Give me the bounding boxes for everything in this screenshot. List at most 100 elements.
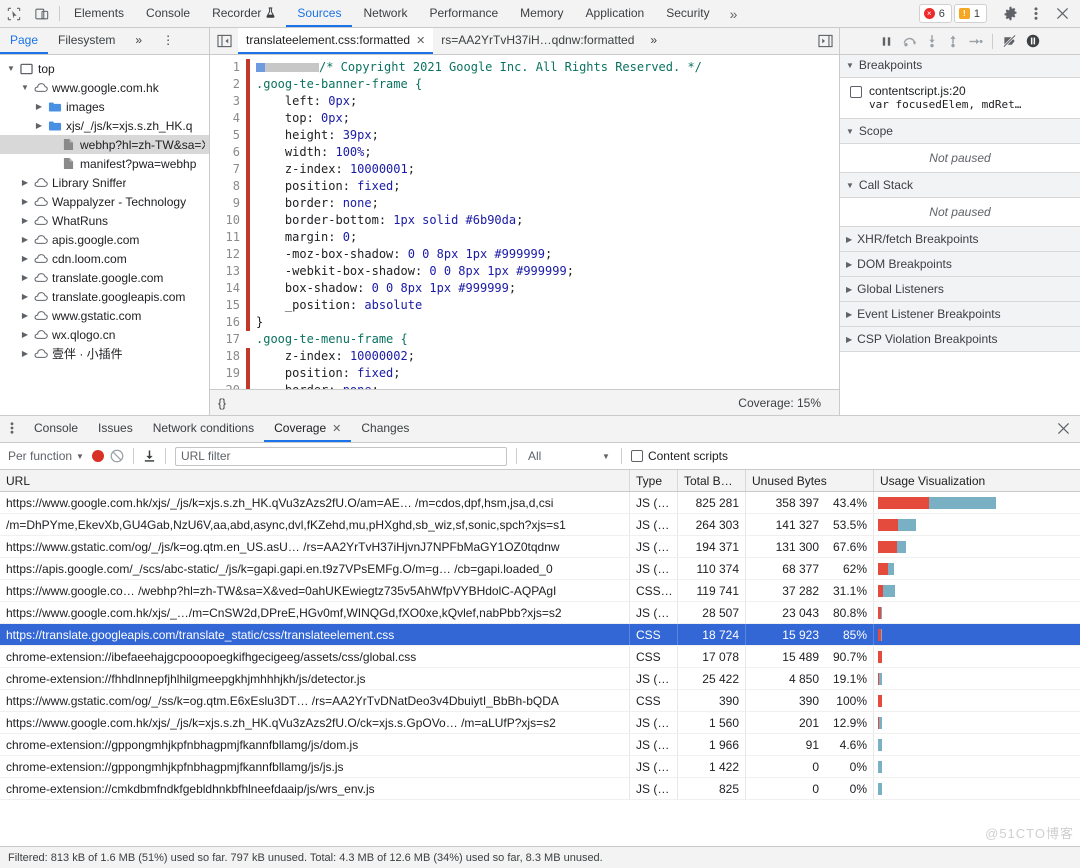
close-icon[interactable]: [1050, 2, 1074, 26]
chevron-right-icon[interactable]: ▶: [18, 235, 32, 244]
column-header-url[interactable]: URL: [0, 470, 630, 491]
chevron-down-icon[interactable]: ▼: [18, 83, 32, 92]
chevron-right-icon[interactable]: ▶: [18, 349, 32, 358]
deactivate-breakpoints-icon[interactable]: [1002, 34, 1017, 48]
pause-resume-icon[interactable]: [880, 35, 893, 48]
kebab-menu-icon[interactable]: [1024, 2, 1048, 26]
breakpoint-checkbox[interactable]: [850, 86, 862, 98]
error-count-badge[interactable]: × 6: [918, 4, 952, 23]
clear-icon[interactable]: [110, 449, 124, 463]
chevron-down-icon[interactable]: ▼: [4, 64, 18, 73]
type-filter-select[interactable]: All ▼: [526, 449, 612, 463]
tree-item[interactable]: ▼ top: [0, 59, 209, 78]
chevron-right-icon[interactable]: ▶: [18, 216, 32, 225]
line-number[interactable]: 19: [210, 365, 240, 382]
chevron-right-icon[interactable]: ▶: [18, 273, 32, 282]
line-number[interactable]: 12: [210, 246, 240, 263]
chevron-right-icon[interactable]: ▶: [18, 311, 32, 320]
nav-tab-filesystem[interactable]: Filesystem: [48, 28, 125, 54]
tree-item[interactable]: ▶ images: [0, 97, 209, 116]
table-row[interactable]: chrome-extension://gppongmhjkpfnbhagpmjf…: [0, 756, 1080, 778]
line-number[interactable]: 15: [210, 297, 240, 314]
drawer-tab-coverage[interactable]: Coverage ✕: [264, 416, 352, 442]
tree-item[interactable]: ▶ apis.google.com: [0, 230, 209, 249]
tree-item[interactable]: ▶ wx.qlogo.cn: [0, 325, 209, 344]
tree-item[interactable]: ▶ 壹伴 · 小插件: [0, 344, 209, 363]
close-icon[interactable]: ✕: [416, 34, 425, 47]
debugger-section-global-listeners[interactable]: ▶ Global Listeners: [840, 277, 1080, 302]
editor-more-tabs-button[interactable]: »: [642, 28, 665, 54]
pause-on-exceptions-icon[interactable]: [1026, 34, 1040, 48]
table-row[interactable]: https://www.gstatic.com/og/_/js/k=og.qtm…: [0, 536, 1080, 558]
tab-console[interactable]: Console: [135, 0, 201, 27]
debugger-section-event-listener-breakpoints[interactable]: ▶ Event Listener Breakpoints: [840, 302, 1080, 327]
table-row[interactable]: https://apis.google.com/_/scs/abc-static…: [0, 558, 1080, 580]
tree-item[interactable]: ▶ www.gstatic.com: [0, 306, 209, 325]
tree-item[interactable]: ▶ WhatRuns: [0, 211, 209, 230]
tab-recorder[interactable]: Recorder: [201, 0, 286, 27]
chevron-right-icon[interactable]: ▶: [18, 292, 32, 301]
drawer-tab-network-conditions[interactable]: Network conditions: [143, 416, 264, 442]
gear-icon[interactable]: [998, 2, 1022, 26]
code-editor[interactable]: 123456789101112131415161718192021222324 …: [210, 55, 839, 389]
editor-tab-translateelement-css[interactable]: translateelement.css:formatted ✕: [238, 28, 434, 54]
more-panels-button[interactable]: »: [721, 0, 747, 27]
step-out-icon[interactable]: [947, 34, 959, 48]
line-number[interactable]: 18: [210, 348, 240, 365]
code-content[interactable]: /* Copyright 2021 Google Inc. All Rights…: [250, 55, 839, 389]
line-number[interactable]: 20: [210, 382, 240, 389]
table-row[interactable]: chrome-extension://ibefaeehajgcpooopoegk…: [0, 646, 1080, 668]
tab-network[interactable]: Network: [352, 0, 418, 27]
line-number[interactable]: 7: [210, 161, 240, 178]
chevron-right-icon[interactable]: ▶: [18, 254, 32, 263]
column-header-type[interactable]: Type: [630, 470, 678, 491]
coverage-mode-select[interactable]: Per function ▼: [6, 449, 86, 463]
tab-application[interactable]: Application: [575, 0, 656, 27]
debugger-section-call-stack[interactable]: ▼ Call Stack: [840, 173, 1080, 198]
line-number[interactable]: 11: [210, 229, 240, 246]
tree-item[interactable]: ▶ cdn.loom.com: [0, 249, 209, 268]
table-row[interactable]: https://www.google.com.hk/xjs/_/js/k=xjs…: [0, 492, 1080, 514]
line-number[interactable]: 16: [210, 314, 240, 331]
chevron-right-icon[interactable]: ▶: [18, 197, 32, 206]
tab-elements[interactable]: Elements: [63, 0, 135, 27]
record-icon[interactable]: [91, 450, 104, 462]
warning-count-badge[interactable]: ! 1: [953, 4, 987, 23]
chevron-right-icon[interactable]: ▶: [32, 102, 46, 111]
nav-tab-page[interactable]: Page: [0, 28, 49, 54]
tree-item[interactable]: ▶ translate.googleapis.com: [0, 287, 209, 306]
table-row[interactable]: /m=DhPYme,EkevXb,GU4Gab,NzU6V,aa,abd,asy…: [0, 514, 1080, 536]
chevron-right-icon[interactable]: ▶: [18, 178, 32, 187]
line-number[interactable]: 10: [210, 212, 240, 229]
tab-sources[interactable]: Sources: [286, 0, 353, 27]
drawer-tab-issues[interactable]: Issues: [88, 416, 143, 442]
table-row[interactable]: https://www.gstatic.com/og/_/ss/k=og.qtm…: [0, 690, 1080, 712]
debugger-section-csp-violation-breakpoints[interactable]: ▶ CSP Violation Breakpoints: [840, 327, 1080, 352]
column-header-usage-visualization[interactable]: Usage Visualization: [874, 470, 1080, 491]
table-row[interactable]: https://translate.googleapis.com/transla…: [0, 624, 1080, 646]
content-scripts-checkbox[interactable]: Content scripts: [630, 449, 728, 463]
tree-item[interactable]: ▶ Library Sniffer: [0, 173, 209, 192]
chevron-right-icon[interactable]: ▶: [32, 121, 46, 130]
drawer-menu-button[interactable]: [0, 416, 24, 442]
debugger-section-xhr-fetch-breakpoints[interactable]: ▶ XHR/fetch Breakpoints: [840, 227, 1080, 252]
chevron-right-icon[interactable]: ▶: [18, 330, 32, 339]
nav-more-tabs-button[interactable]: »: [125, 28, 152, 54]
line-number[interactable]: 5: [210, 127, 240, 144]
tab-security[interactable]: Security: [655, 0, 720, 27]
step-into-icon[interactable]: [926, 34, 938, 48]
line-number[interactable]: 2: [210, 76, 240, 93]
step-over-icon[interactable]: [902, 35, 917, 48]
tree-item[interactable]: webhp?hl=zh-TW&sa=X: [0, 135, 209, 154]
step-icon[interactable]: [968, 35, 983, 48]
column-header-total-bytes[interactable]: Total B…: [678, 470, 746, 491]
debugger-section-scope[interactable]: ▼ Scope: [840, 119, 1080, 144]
drawer-tab-changes[interactable]: Changes: [351, 416, 419, 442]
url-filter-input[interactable]: URL filter: [174, 446, 507, 466]
editor-tab-rs-formatted[interactable]: rs=AA2YrTvH37iH…qdnw:formatted: [433, 28, 642, 54]
debugger-section-dom-breakpoints[interactable]: ▶ DOM Breakpoints: [840, 252, 1080, 277]
inspect-cursor-icon[interactable]: [0, 0, 28, 27]
download-icon[interactable]: [143, 449, 156, 463]
drawer-close-button[interactable]: [1047, 416, 1080, 442]
line-number[interactable]: 3: [210, 93, 240, 110]
